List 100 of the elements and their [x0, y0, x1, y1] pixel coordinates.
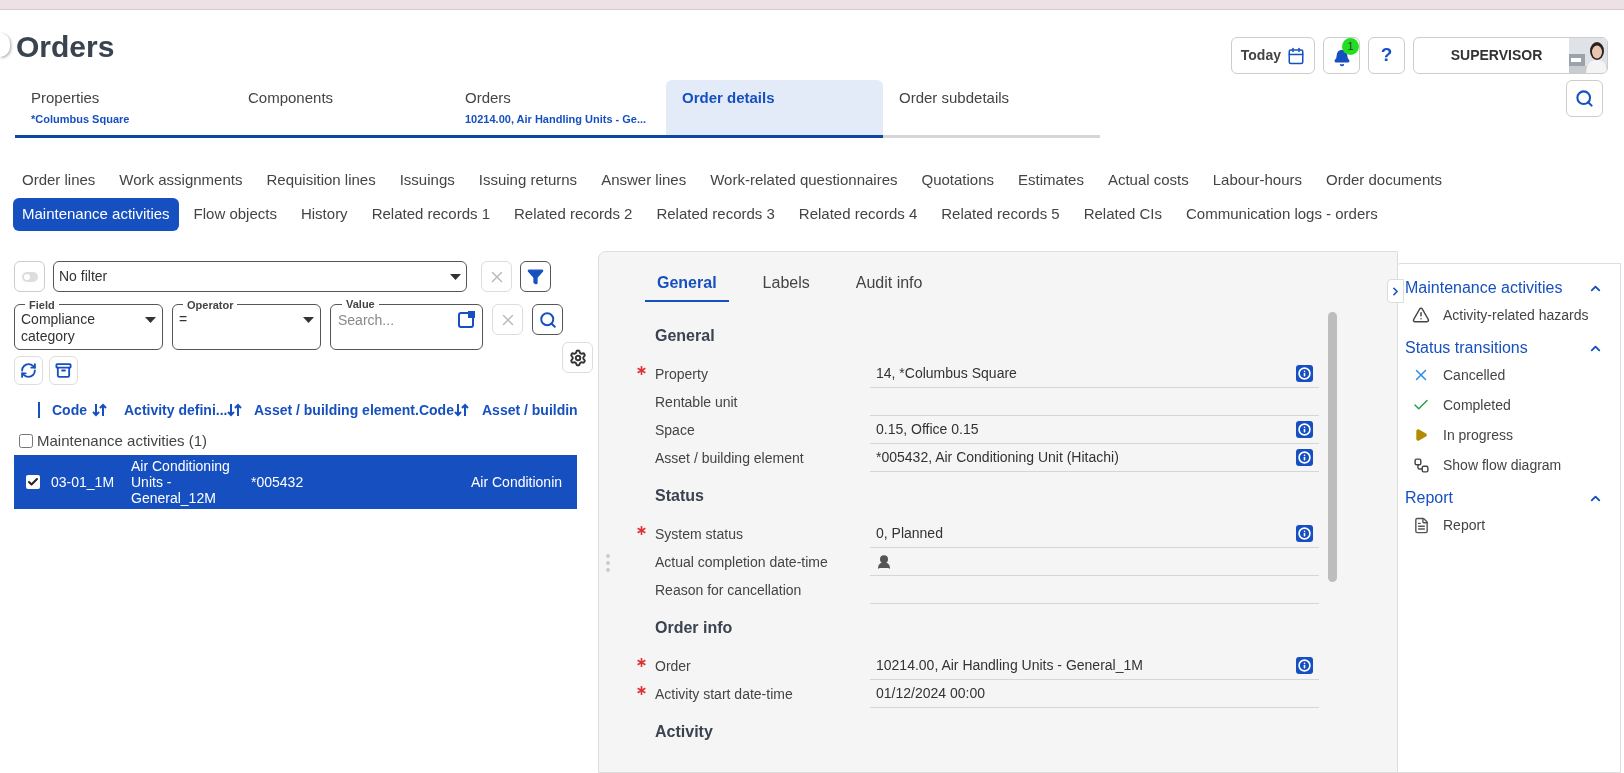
play-icon — [1414, 428, 1428, 442]
sort-icon[interactable] — [227, 402, 244, 418]
sub-tab[interactable]: Maintenance activities — [13, 198, 179, 231]
flow-diagram-icon — [1412, 456, 1430, 474]
sub-tab[interactable]: Related records 3 — [647, 198, 784, 231]
sub-tab[interactable]: Related records 1 — [362, 198, 500, 231]
resize-handle — [606, 554, 610, 572]
sub-tab[interactable]: Issuing returns — [469, 164, 587, 197]
field-label: Reason for cancellation — [655, 580, 803, 600]
table-cell-text: *005432 — [251, 474, 305, 490]
field-value: 0, Planned — [870, 520, 1319, 548]
tab-subtitle: 10214.00, Air Handling Units - Ge... — [465, 112, 648, 127]
sub-tab[interactable]: Requisition lines — [257, 164, 385, 197]
table-cell-text: Air Conditioning Units - General_12M — [131, 458, 231, 506]
column-header[interactable]: Asset / buildin — [482, 399, 577, 421]
tab-subtitle: *Columbus Square — [31, 112, 131, 127]
lookup-icon[interactable] — [458, 310, 476, 328]
filter-button[interactable] — [520, 261, 551, 292]
detail-tab[interactable]: Labels — [750, 265, 822, 302]
detail-tab[interactable]: General — [645, 265, 729, 302]
action-item[interactable]: Show flow diagram — [1405, 450, 1611, 480]
field-label: Property — [655, 364, 709, 384]
info-button[interactable] — [1296, 421, 1313, 438]
info-button[interactable] — [1296, 525, 1313, 542]
action-group-header[interactable]: Maintenance activities — [1405, 276, 1611, 300]
sub-tab[interactable]: Related CIs — [1074, 198, 1172, 231]
sub-tab[interactable]: Flow objects — [184, 198, 286, 231]
sort-icon[interactable] — [92, 402, 108, 418]
info-button[interactable] — [1296, 365, 1313, 382]
info-button[interactable] — [1296, 449, 1313, 466]
main-tab[interactable]: Properties *Columbus Square — [15, 80, 232, 138]
section-heading: General — [654, 326, 716, 346]
action-item[interactable]: In progress — [1405, 420, 1611, 450]
field-label: Actual completion date-time — [655, 552, 829, 572]
refresh-button[interactable] — [14, 356, 43, 385]
column-header[interactable]: Activity defini... — [124, 399, 228, 421]
column-header[interactable]: Code — [52, 399, 87, 421]
calendar-icon — [1287, 46, 1305, 65]
dropdown-caret-icon — [450, 273, 461, 280]
filter-dropdown[interactable]: No filter — [53, 261, 467, 292]
sub-tab[interactable]: History — [291, 198, 357, 231]
action-group-header[interactable]: Report — [1405, 486, 1611, 510]
action-item[interactable]: Completed — [1405, 390, 1611, 420]
sub-tab[interactable]: Estimates — [1009, 164, 1093, 197]
search-icon — [1575, 89, 1594, 108]
collapse-panel-button[interactable] — [1387, 279, 1404, 303]
filter-toggle[interactable] — [14, 261, 45, 292]
info-button[interactable] — [1296, 657, 1313, 674]
field-value: 01/12/2024 00:00 — [870, 680, 1319, 708]
table-row[interactable]: 03-01_1M Air Conditioning Units - General_12M *005432 Air Conditionin — [14, 455, 577, 509]
field-label: Rentable unit — [655, 392, 739, 412]
sub-tab[interactable]: Order documents — [1317, 164, 1451, 197]
sub-tab[interactable]: Quotations — [912, 164, 1004, 197]
sub-tab[interactable]: Related records 2 — [505, 198, 642, 231]
sub-tab[interactable]: Communication logs - orders — [1177, 198, 1387, 231]
group-checkbox[interactable] — [19, 434, 33, 448]
archive-button[interactable] — [49, 356, 78, 385]
sidebar-toggle-button[interactable] — [0, 33, 10, 57]
search-button[interactable] — [532, 304, 563, 335]
today-button[interactable]: Today — [1230, 37, 1315, 74]
sub-tab[interactable]: Order lines — [13, 164, 105, 197]
sub-tab[interactable]: Answer lines — [592, 164, 696, 197]
sub-tab[interactable]: Work assignments — [110, 164, 252, 197]
main-tab[interactable]: Components — [232, 80, 449, 138]
sub-tab[interactable]: Related records 4 — [789, 198, 927, 231]
search-icon — [538, 310, 557, 329]
refresh-icon — [20, 362, 37, 379]
field-label: Activity start date-time — [655, 684, 794, 704]
action-item[interactable]: Cancelled — [1405, 360, 1611, 390]
field-value: *005432, Air Conditioning Unit (Hitachi) — [870, 444, 1319, 472]
settings-icon — [568, 348, 587, 367]
main-tab[interactable]: Order details — [666, 80, 883, 138]
detail-tab[interactable]: Audit info — [843, 265, 935, 302]
sub-tab[interactable]: Related records 5 — [932, 198, 1069, 231]
sub-tab[interactable]: Issuings — [390, 164, 464, 197]
page-title: Orders — [16, 29, 115, 65]
action-group-header[interactable]: Status transitions — [1405, 336, 1611, 360]
settings-button[interactable] — [562, 342, 593, 373]
sub-tab[interactable]: Actual costs — [1098, 164, 1198, 197]
table-cell-text: Air Conditionin — [471, 474, 564, 490]
sub-tab[interactable]: Work-related questionnaires — [701, 164, 907, 197]
help-button[interactable]: ? — [1368, 37, 1405, 74]
table-cell-text: 03-01_1M — [51, 474, 116, 490]
dropdown-caret-icon — [145, 317, 156, 323]
field-value: 14, *Columbus Square — [870, 360, 1319, 388]
archive-icon — [55, 362, 72, 379]
section-heading: Activity — [654, 722, 714, 742]
user-button[interactable]: SUPERVISOR — [1413, 37, 1608, 74]
sub-tab[interactable]: Labour-hours — [1203, 164, 1311, 197]
notifications-button[interactable]: 1 — [1323, 37, 1360, 74]
section-heading: Status — [654, 486, 705, 506]
sort-icon[interactable] — [453, 402, 470, 418]
field-label: Space — [655, 420, 696, 440]
action-item[interactable]: Report — [1405, 510, 1611, 540]
dropdown-caret-icon — [303, 317, 314, 323]
action-item[interactable]: Activity-related hazards — [1405, 300, 1611, 330]
column-header[interactable]: Asset / building element.Code — [254, 399, 454, 421]
main-tab[interactable]: Order subdetails — [883, 80, 1100, 138]
row-checkbox[interactable] — [25, 475, 40, 489]
bell-icon — [1332, 48, 1351, 67]
